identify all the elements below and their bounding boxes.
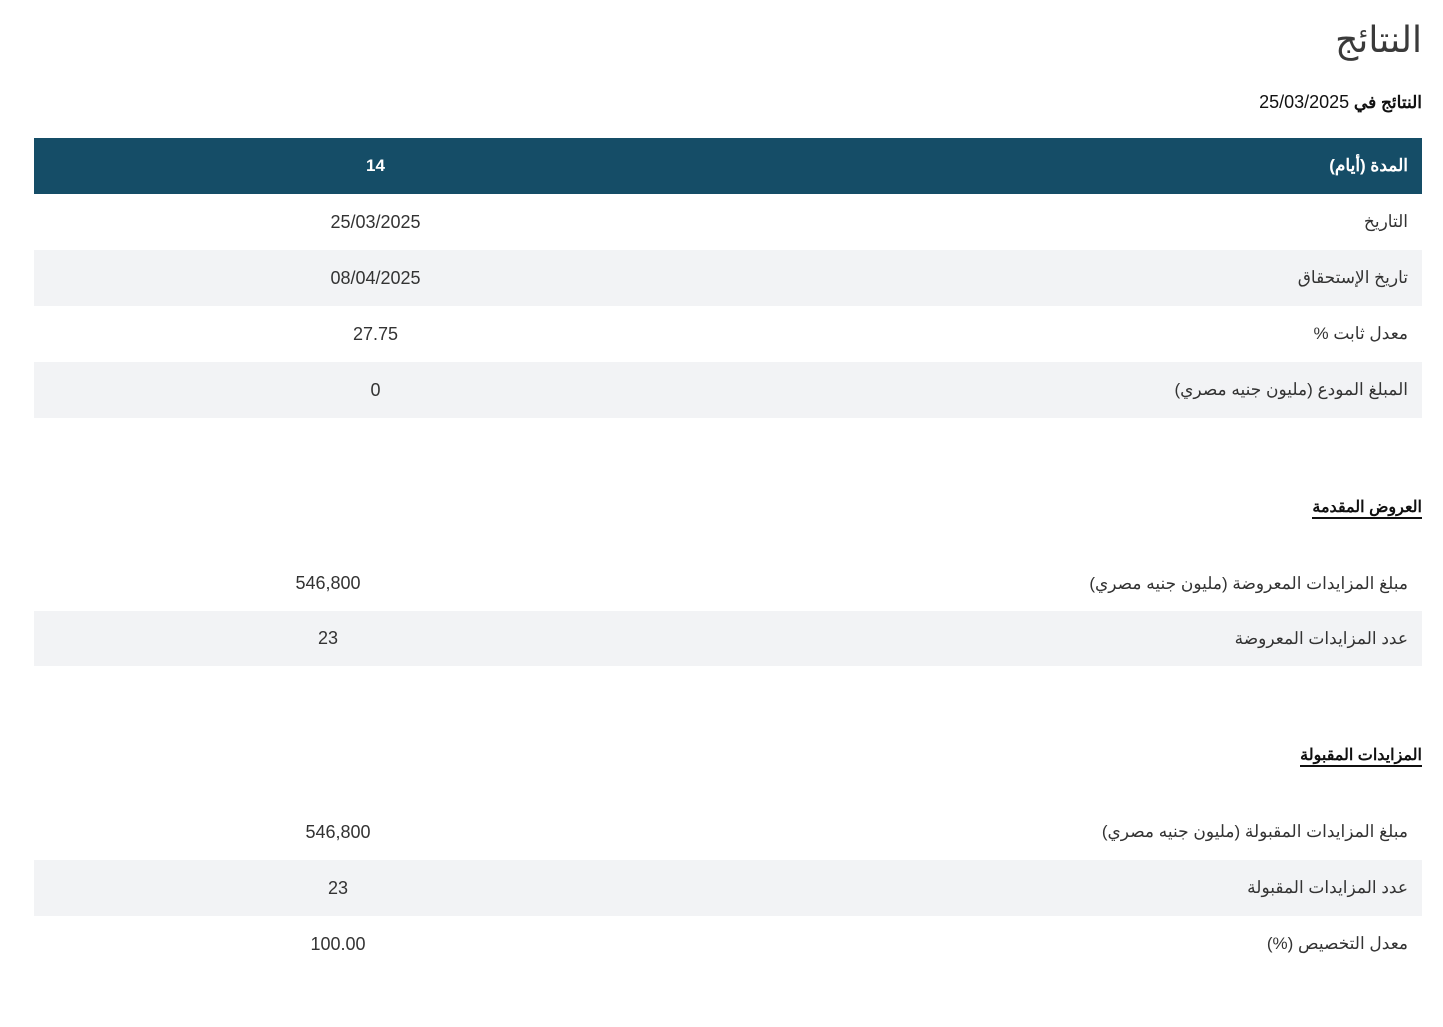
row-value: 23 (317, 628, 339, 648)
row-label: عدد المزايدات المعروضة (1234, 628, 1408, 648)
offers-table: مبلغ المزايدات المعروضة (مليون جنيه مصري… (34, 556, 1422, 666)
duration-value: 14 (366, 156, 385, 175)
results-date-prefix: النتائج في (1353, 93, 1422, 112)
auction-summary-table: المدة (أيام) 14 التاريخ 25/03/2025 تاريخ… (34, 138, 1422, 418)
accepted-section-title: المزايدات المقبولة (34, 744, 1422, 768)
duration-label: المدة (أيام) (1329, 156, 1408, 175)
row-label: مبلغ المزايدات المعروضة (مليون جنيه مصري… (1089, 573, 1408, 593)
table-row: مبلغ المزايدات المعروضة (مليون جنيه مصري… (34, 556, 1422, 611)
table-header-row: المدة (أيام) 14 (34, 138, 1422, 194)
row-label: معدل ثابت % (1313, 324, 1408, 343)
offers-section-title-text: العروض المقدمة (1312, 499, 1422, 519)
row-value: 25/03/2025 (330, 211, 421, 232)
row-label: عدد المزايدات المقبولة (1247, 878, 1408, 897)
results-page: النتائج النتائج في 25/03/2025 المدة (أيا… (34, 0, 1422, 972)
results-date-value: 25/03/2025 (1259, 92, 1350, 112)
table-row: معدل ثابت % 27.75 (34, 306, 1422, 362)
row-value: 546,800 (305, 821, 371, 842)
row-value: 0 (370, 379, 381, 400)
offers-section-title: العروض المقدمة (34, 496, 1422, 520)
row-value: 08/04/2025 (330, 267, 421, 288)
row-label: التاريخ (1363, 212, 1408, 231)
table-row: المبلغ المودع (مليون جنيه مصري) 0 (34, 362, 1422, 418)
table-row: تاريخ الإستحقاق 08/04/2025 (34, 250, 1422, 306)
results-date-line: النتائج في 25/03/2025 (34, 88, 1422, 116)
row-value: 27.75 (352, 323, 399, 344)
table-row: التاريخ 25/03/2025 (34, 194, 1422, 250)
row-value: 546,800 (295, 573, 361, 593)
table-row: عدد المزايدات المقبولة 23 (34, 860, 1422, 916)
table-row: معدل التخصيص (%) 100.00 (34, 916, 1422, 972)
table-row: مبلغ المزايدات المقبولة (مليون جنيه مصري… (34, 804, 1422, 860)
row-label: تاريخ الإستحقاق (1297, 268, 1408, 287)
row-value: 23 (327, 877, 349, 898)
row-value: 100.00 (310, 933, 366, 954)
accepted-table: مبلغ المزايدات المقبولة (مليون جنيه مصري… (34, 804, 1422, 972)
row-label: معدل التخصيص (%) (1266, 934, 1408, 953)
page-title: النتائج (1335, 20, 1422, 61)
row-label: المبلغ المودع (مليون جنيه مصري) (1174, 380, 1408, 399)
row-label: مبلغ المزايدات المقبولة (مليون جنيه مصري… (1101, 822, 1408, 841)
table-row: عدد المزايدات المعروضة 23 (34, 611, 1422, 666)
accepted-section-title-text: المزايدات المقبولة (1300, 747, 1422, 767)
